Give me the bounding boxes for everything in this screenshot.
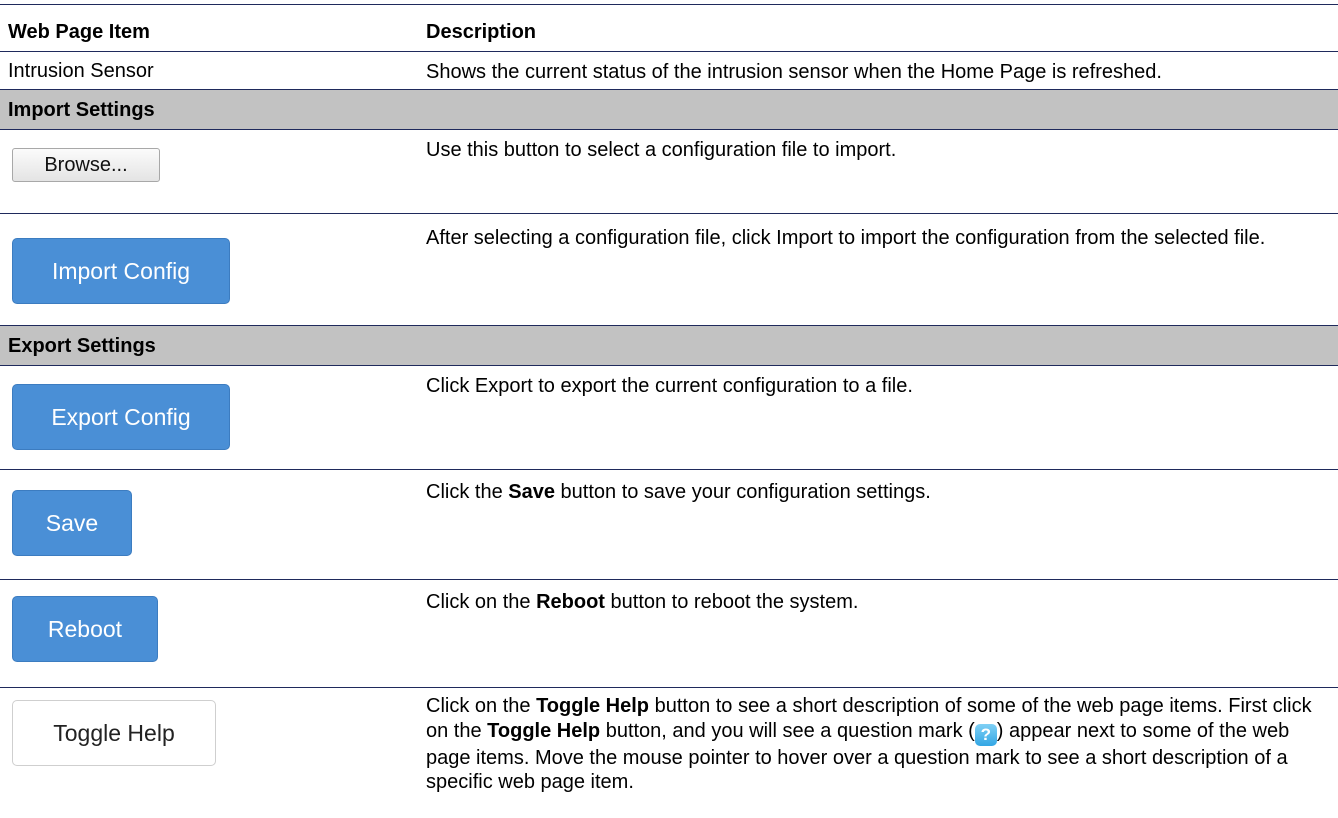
question-mark-icon: ? [974, 723, 997, 746]
import-settings-section: Import Settings [0, 90, 1338, 130]
section-title: Import Settings [8, 99, 155, 121]
toggle-help-description: Click on the Toggle Help button to see a… [426, 695, 1312, 793]
browse-description: Use this button to select a configuratio… [426, 139, 897, 161]
intrusion-sensor-label: Intrusion Sensor [8, 60, 154, 82]
table-row: Import Config After selecting a configur… [0, 214, 1338, 326]
save-button[interactable]: Save [12, 490, 132, 556]
table-row: Export Config Click Export to export the… [0, 366, 1338, 470]
toggle-help-button[interactable]: Toggle Help [12, 700, 216, 766]
table-row: Toggle Help Click on the Toggle Help but… [0, 688, 1338, 816]
import-config-description: After selecting a configuration file, cl… [426, 227, 1266, 249]
section-title: Export Settings [8, 335, 156, 357]
table-row: Save Click the Save button to save your … [0, 470, 1338, 580]
table-row: Reboot Click on the Reboot button to reb… [0, 580, 1338, 688]
export-settings-section: Export Settings [0, 326, 1338, 366]
export-config-button[interactable]: Export Config [12, 384, 230, 450]
intrusion-sensor-description: Shows the current status of the intrusio… [426, 61, 1162, 83]
table-row: Intrusion Sensor Shows the current statu… [0, 52, 1338, 90]
column-header-item: Web Page Item [8, 21, 150, 43]
export-config-description: Click Export to export the current confi… [426, 375, 913, 397]
reboot-description: Click on the Reboot button to reboot the… [426, 591, 859, 613]
save-description: Click the Save button to save your confi… [426, 481, 931, 503]
column-header-description: Description [426, 21, 537, 43]
table-header: Web Page Item Description [0, 4, 1338, 52]
browse-button[interactable]: Browse... [12, 148, 160, 182]
table-row: Browse... Use this button to select a co… [0, 130, 1338, 214]
reboot-button[interactable]: Reboot [12, 596, 158, 662]
import-config-button[interactable]: Import Config [12, 238, 230, 304]
